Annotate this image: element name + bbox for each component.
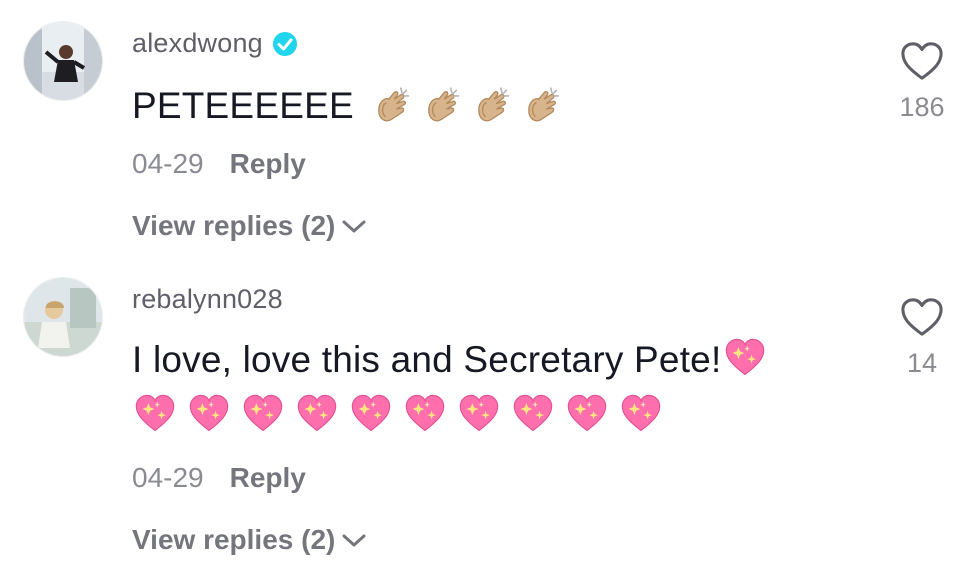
view-replies-button[interactable]: View replies (2) — [132, 524, 367, 556]
clapping-hands-icon — [470, 86, 514, 130]
avatar[interactable] — [24, 278, 102, 356]
avatar[interactable] — [24, 22, 102, 100]
comment-meta: 04-29 Reply — [132, 148, 306, 180]
view-replies-label[interactable]: View replies (2) — [132, 210, 335, 242]
clapping-hands-icon — [370, 86, 414, 130]
comment-text: PETEEEEEE — [132, 78, 564, 134]
like-count: 186 — [899, 92, 945, 122]
sparkling-heart-icon — [294, 392, 340, 436]
emoji-group — [132, 392, 852, 436]
clapping-hands-icon — [420, 86, 464, 130]
reply-button[interactable]: Reply — [230, 148, 306, 180]
comment-item: rebalynn028 I love, love this and Secret… — [0, 272, 980, 565]
comment-meta: 04-29 Reply — [132, 462, 306, 494]
comment-item: alexdwong PETEEEEEE 04-29 Reply View rep… — [0, 0, 980, 270]
reply-button[interactable]: Reply — [230, 462, 306, 494]
view-replies-label[interactable]: View replies (2) — [132, 524, 335, 556]
sparkling-heart-icon — [510, 392, 556, 436]
chevron-down-icon — [342, 220, 366, 233]
comment-text: I love, love this and Secretary Pete! — [132, 332, 852, 436]
heart-outline-icon[interactable] — [899, 296, 945, 338]
sparkling-heart-icon — [240, 392, 286, 436]
like-group: 14 — [892, 296, 952, 379]
sparkling-heart-icon — [132, 392, 178, 436]
verified-badge-icon — [272, 31, 297, 56]
username-text[interactable]: alexdwong — [132, 28, 263, 59]
comment-text-content: I love, love this and Secretary Pete! — [132, 339, 722, 380]
sparkling-heart-icon — [456, 392, 502, 436]
sparkling-heart-icon — [186, 392, 232, 436]
comment-date: 04-29 — [132, 148, 204, 179]
sparkling-heart-icon — [564, 392, 610, 436]
chevron-down-icon — [342, 534, 366, 547]
like-count: 14 — [906, 348, 938, 378]
emoji-group — [370, 86, 564, 130]
sparkling-heart-icon — [348, 392, 394, 436]
comment-date: 04-29 — [132, 462, 204, 493]
sparkling-heart-icon — [618, 392, 664, 436]
username[interactable]: rebalynn028 — [132, 284, 283, 315]
username[interactable]: alexdwong — [132, 28, 299, 59]
username-text[interactable]: rebalynn028 — [132, 284, 283, 315]
clapping-hands-icon — [520, 86, 564, 130]
sparkling-heart-icon — [723, 336, 767, 380]
comment-text-content: PETEEEEEE — [132, 85, 354, 126]
heart-outline-icon[interactable] — [899, 40, 945, 82]
like-group: 186 — [892, 40, 952, 123]
view-replies-button[interactable]: View replies (2) — [132, 210, 367, 242]
sparkling-heart-icon — [402, 392, 448, 436]
